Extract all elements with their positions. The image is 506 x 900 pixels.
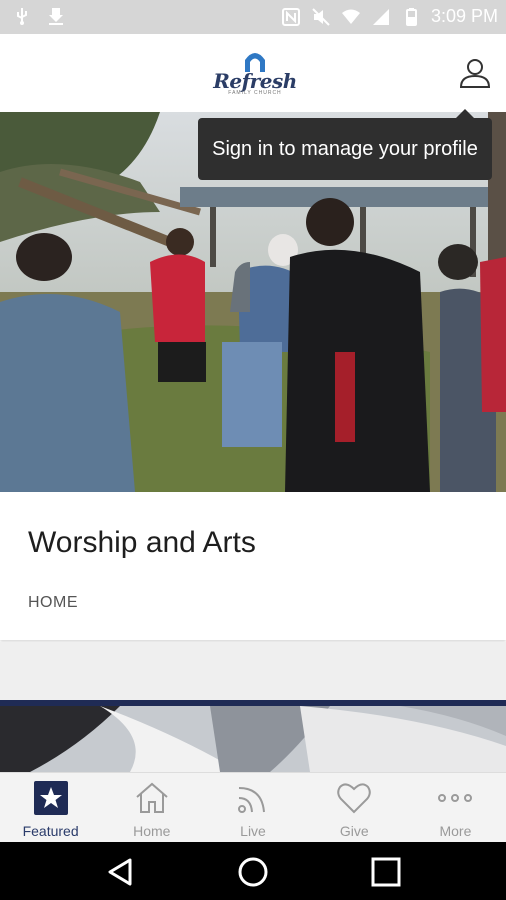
tab-label: More	[439, 823, 472, 839]
card-separator	[0, 642, 506, 700]
battery-icon	[405, 7, 417, 26]
wifi-icon	[341, 9, 360, 24]
home-circle-icon[interactable]	[237, 856, 269, 888]
tab-home[interactable]: Home	[101, 773, 202, 843]
usb-icon	[17, 8, 27, 25]
more-dots-icon	[438, 794, 473, 802]
recents-icon[interactable]	[370, 856, 402, 888]
tab-more[interactable]: More	[405, 773, 506, 843]
home-icon	[136, 782, 168, 813]
star-icon	[33, 781, 68, 815]
tab-give[interactable]: Give	[304, 773, 405, 843]
profile-icon[interactable]	[458, 56, 492, 90]
tab-label: Live	[240, 823, 266, 839]
download-icon	[49, 8, 63, 25]
rss-icon	[238, 787, 265, 813]
card-category: HOME	[28, 594, 78, 611]
tooltip-text: Sign in to manage your profile	[212, 138, 478, 160]
status-time: 3:09 PM	[430, 6, 498, 26]
mute-icon	[312, 7, 330, 26]
nfc-icon	[281, 7, 300, 26]
bottom-tab-bar: Featured Home Live Give More	[0, 772, 506, 843]
heart-icon	[337, 783, 371, 814]
signal-icon	[372, 8, 389, 25]
system-nav-bar	[0, 842, 506, 900]
sign-in-tooltip[interactable]: Sign in to manage your profile	[198, 109, 492, 180]
back-icon[interactable]	[104, 856, 136, 888]
app-header: Refresh FAMILY CHURCH	[0, 34, 506, 113]
tab-featured[interactable]: Featured	[0, 773, 101, 843]
secondary-photo[interactable]	[0, 706, 506, 772]
tab-label: Home	[133, 823, 171, 839]
status-bar: 3:09 PM	[0, 0, 506, 34]
church-logo[interactable]: Refresh FAMILY CHURCH	[210, 48, 300, 100]
tab-label: Featured	[22, 823, 79, 839]
tab-live[interactable]: Live	[202, 773, 303, 843]
featured-card[interactable]: Worship and Arts HOME	[0, 492, 506, 640]
card-title: Worship and Arts	[28, 526, 256, 559]
tab-label: Give	[339, 823, 369, 839]
